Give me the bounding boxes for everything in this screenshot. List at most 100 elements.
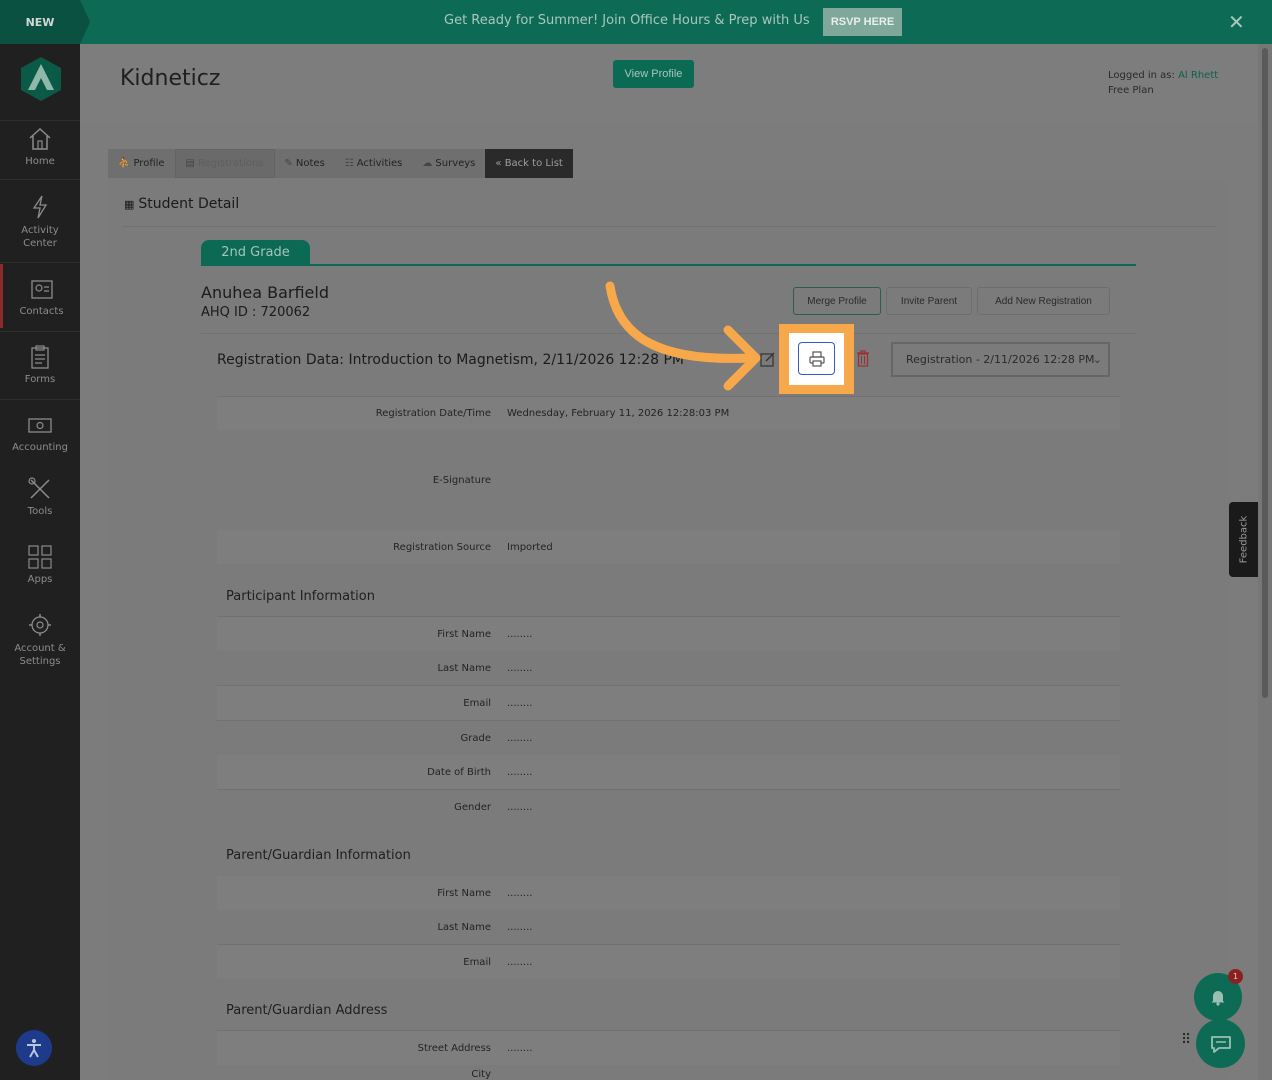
merge-profile-button[interactable]: Merge Profile [793,287,881,315]
field-row: First Name........ [217,876,1120,910]
tab-registrations[interactable]: ▤ Registrations [174,149,275,178]
field-label: Street Address [417,1042,491,1054]
sidebar-item-label: Forms [24,374,56,385]
printer-icon [808,350,825,367]
tutorial-arrow [605,281,761,391]
tab-activities[interactable]: ☷ Activities [335,149,413,178]
add-new-registration-button[interactable]: Add New Registration [977,287,1110,315]
sidebar-item-forms[interactable]: Forms [0,344,80,385]
field-value: ........ [507,766,533,778]
tab-label: Profile [133,158,165,169]
money-icon [28,418,52,433]
section-title: Parent/Guardian Address [226,1003,388,1018]
field-label: Last Name [437,921,491,933]
grade-underline [201,264,1136,266]
field-value: ........ [507,697,533,709]
feedback-tab[interactable]: Feedback [1229,502,1258,577]
sidebar: Home Activity Center Contacts Forms Acco… [0,44,80,1080]
sidebar-item-label: Apps [27,574,53,585]
field-row: Registration Date/Time Wednesday, Februa… [217,397,1120,430]
home-icon [29,127,51,150]
field-value: ........ [507,1042,533,1054]
chat-button[interactable] [1196,1019,1245,1068]
field-row: Last Name........ [217,910,1120,944]
tab-label: Registrations [198,158,264,169]
bell-icon [1211,991,1225,1006]
tab-label: Surveys [435,158,476,169]
delete-registration-icon[interactable] [856,350,870,367]
registration-select-value: Registration - 2/11/2026 12:28 PM [906,353,1095,366]
grade-tab[interactable]: 2nd Grade [201,240,310,265]
activities-icon: ☷ [344,158,354,169]
field-label: First Name [437,628,491,640]
student-name: Anuhea Barfield [201,283,329,302]
cloud-icon: ☁ [422,158,433,169]
field-row: Last Name........ [217,651,1120,685]
tools-icon [28,477,50,499]
scroll-thumb[interactable] [1262,48,1268,698]
field-row: E-Signature [217,430,1120,530]
back-to-list-button[interactable]: « Back to List [485,149,573,178]
new-badge: NEW [0,0,90,44]
field-value: ........ [507,628,533,640]
field-row: Grade........ [217,721,1120,755]
organization-title: Kidneticz [120,66,221,91]
field-label: Gender [454,801,491,813]
app-logo[interactable] [20,56,62,102]
sidebar-item-label: Accounting [12,442,68,453]
invite-parent-button[interactable]: Invite Parent [886,287,972,315]
student-id: AHQ ID : 720062 [201,305,311,320]
field-row: City [217,1068,1120,1080]
sidebar-item-account-settings[interactable]: Account & Settings [0,612,80,668]
field-row: Registration Source Imported [217,530,1120,564]
rsvp-button[interactable]: RSVP HERE [823,8,902,36]
tab-profile[interactable]: ⛹ Profile [108,149,175,178]
field-row: First Name........ [217,617,1120,651]
feedback-label: Feedback [1238,515,1249,564]
view-profile-button[interactable]: View Profile [613,60,694,88]
field-label: Registration Date/Time [375,408,491,419]
sidebar-item-label: Contacts [19,306,64,317]
field-value: Wednesday, February 11, 2026 12:28:03 PM [507,408,730,419]
section-title: Participant Information [226,589,375,604]
contacts-icon [30,280,53,299]
sidebar-item-tools[interactable]: Tools [0,476,80,517]
print-button[interactable] [798,342,835,375]
tab-notes[interactable]: ✎ Notes [275,149,335,178]
sidebar-item-home[interactable]: Home [0,126,80,167]
close-banner-icon[interactable]: ✕ [1228,10,1245,34]
sidebar-item-label: Account & Settings [14,643,66,667]
login-info: Logged in as: Al Rhett Free Plan [1108,68,1218,98]
logged-in-label: Logged in as: [1108,70,1175,81]
drag-handle-icon[interactable]: ⠿ [1181,1033,1192,1047]
field-row: Date of Birth........ [217,755,1120,789]
sidebar-item-label: Tools [27,506,53,517]
field-value: Imported [507,541,553,553]
sidebar-divider [0,399,80,400]
sidebar-item-activity-center[interactable]: Activity Center [0,194,80,250]
tab-surveys[interactable]: ☁ Surveys [412,149,485,178]
field-label: Date of Birth [427,766,491,778]
student-detail-heading: ▦ Student Detail [124,196,239,212]
banner-message: Get Ready for Summer! Join Office Hours … [444,13,810,28]
sidebar-item-contacts[interactable]: Contacts [0,264,80,328]
detail-title-text: Student Detail [138,196,240,212]
field-label: Last Name [437,662,491,674]
lightning-icon [32,195,48,219]
sidebar-divider [0,331,80,332]
field-label: Grade [460,732,492,744]
chat-icon [1210,1035,1231,1053]
field-label: Registration Source [393,541,491,553]
divider [122,226,1216,227]
registration-select[interactable]: Registration - 2/11/2026 12:28 PM ⌄ [891,342,1110,377]
user-link[interactable]: Al Rhett [1178,70,1218,81]
sidebar-item-apps[interactable]: Apps [0,544,80,585]
page-scrollbar[interactable] [1258,44,1272,1080]
accessibility-icon[interactable] [16,1030,52,1066]
field-label: Email [463,697,491,709]
sidebar-item-accounting[interactable]: Accounting [0,412,80,453]
field-value: ........ [507,921,533,933]
section-title: Parent/Guardian Information [226,848,411,863]
announcement-banner: NEW Get Ready for Summer! Join Office Ho… [0,0,1272,44]
tab-label: Activities [356,158,403,169]
